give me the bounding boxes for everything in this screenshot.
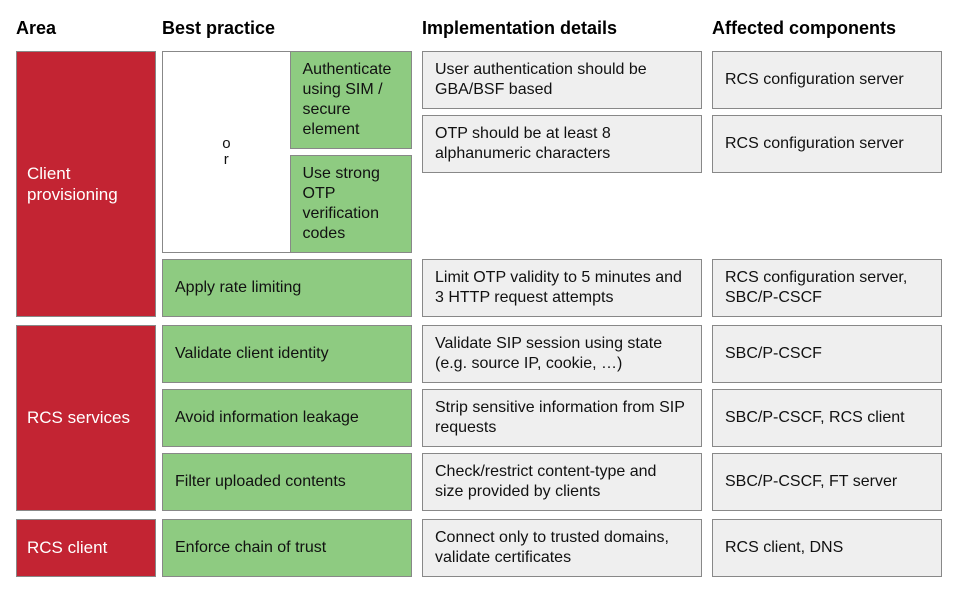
implementation-text: Connect only to trusted domains, validat… <box>435 528 689 568</box>
affected-box: RCS configuration server, SBC/P-CSCF <box>712 259 942 317</box>
implementation-box: Validate SIP session using state (e.g. s… <box>422 325 702 383</box>
area-box: RCS client <box>16 519 156 577</box>
header-area: Area <box>16 16 156 41</box>
best-practice-box: Authenticate using SIM / secure element <box>290 51 413 149</box>
area-label: RCS client <box>27 537 107 558</box>
affected-box: RCS configuration server <box>712 115 942 173</box>
best-practice-box: Avoid information leakage <box>162 389 412 447</box>
affected-box: SBC/P-CSCF, FT server <box>712 453 942 511</box>
affected-text: RCS configuration server <box>725 70 904 90</box>
implementation-text: User authentication should be GBA/BSF ba… <box>435 60 689 100</box>
best-practice-text: Filter uploaded contents <box>175 472 346 492</box>
affected-text: RCS client, DNS <box>725 538 843 558</box>
implementation-text: Limit OTP validity to 5 minutes and 3 HT… <box>435 268 689 308</box>
best-practice-box: Enforce chain of trust <box>162 519 412 577</box>
best-practice-box: Apply rate limiting <box>162 259 412 317</box>
area-label: RCS services <box>27 407 130 428</box>
implementation-text: Check/restrict content-type and size pro… <box>435 462 689 502</box>
affected-box: SBC/P-CSCF, RCS client <box>712 389 942 447</box>
affected-text: SBC/P-CSCF, RCS client <box>725 408 905 428</box>
best-practices-table: Area Best practice Implementation detail… <box>16 16 938 585</box>
affected-text: RCS configuration server, SBC/P-CSCF <box>725 268 929 308</box>
best-practice-text: Authenticate using SIM / secure element <box>303 60 400 140</box>
affected-box: RCS configuration server <box>712 51 942 109</box>
or-connector: o r <box>162 51 290 253</box>
section-rcs-services: RCS services Validate client identity Va… <box>16 325 938 511</box>
implementation-box: Check/restrict content-type and size pro… <box>422 453 702 511</box>
header-best-practice: Best practice <box>162 16 412 41</box>
implementation-text: OTP should be at least 8 alphanumeric ch… <box>435 124 689 164</box>
affected-text: SBC/P-CSCF, FT server <box>725 472 897 492</box>
best-practice-box: Use strong OTP verification codes <box>290 155 413 253</box>
affected-box: SBC/P-CSCF <box>712 325 942 383</box>
implementation-box: User authentication should be GBA/BSF ba… <box>422 51 702 109</box>
or-label: o r <box>222 136 230 168</box>
area-label: Client provisioning <box>27 163 145 206</box>
best-practice-text: Validate client identity <box>175 344 329 364</box>
best-practice-text: Enforce chain of trust <box>175 538 326 558</box>
best-practice-box: Filter uploaded contents <box>162 453 412 511</box>
best-practice-text: Use strong OTP verification codes <box>303 164 400 244</box>
implementation-text: Validate SIP session using state (e.g. s… <box>435 334 689 374</box>
header-affected: Affected components <box>712 16 942 41</box>
implementation-box: Strip sensitive information from SIP req… <box>422 389 702 447</box>
affected-box: RCS client, DNS <box>712 519 942 577</box>
best-practice-box: Validate client identity <box>162 325 412 383</box>
header-row: Area Best practice Implementation detail… <box>16 16 938 41</box>
implementation-box: Connect only to trusted domains, validat… <box>422 519 702 577</box>
implementation-text: Strip sensitive information from SIP req… <box>435 398 689 438</box>
area-box: Client provisioning <box>16 51 156 317</box>
section-client-provisioning: Client provisioning o r Authenticate usi… <box>16 51 938 317</box>
best-practice-text: Apply rate limiting <box>175 278 301 298</box>
header-implementation: Implementation details <box>422 16 702 41</box>
best-practice-text: Avoid information leakage <box>175 408 359 428</box>
section-rcs-client: RCS client Enforce chain of trust Connec… <box>16 519 938 577</box>
implementation-box: OTP should be at least 8 alphanumeric ch… <box>422 115 702 173</box>
area-box: RCS services <box>16 325 156 511</box>
implementation-box: Limit OTP validity to 5 minutes and 3 HT… <box>422 259 702 317</box>
affected-text: SBC/P-CSCF <box>725 344 822 364</box>
affected-text: RCS configuration server <box>725 134 904 154</box>
